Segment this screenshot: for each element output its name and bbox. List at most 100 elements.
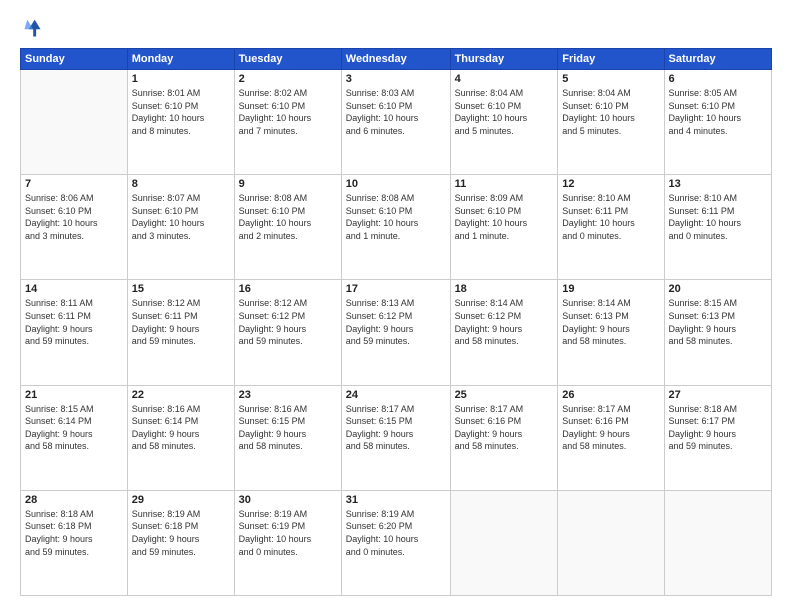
- day-cell: 10 Sunrise: 8:08 AMSunset: 6:10 PMDayligh…: [341, 175, 450, 280]
- page: SundayMondayTuesdayWednesdayThursdayFrid…: [0, 0, 792, 612]
- day-number: 21: [25, 389, 123, 401]
- week-row-0: 1 Sunrise: 8:01 AMSunset: 6:10 PMDaylight…: [21, 70, 772, 175]
- day-cell: 7Sunrise: 8:06 AMSunset: 6:10 PMDaylight…: [21, 175, 128, 280]
- day-number: 28: [25, 494, 123, 506]
- day-number: 6: [669, 73, 767, 85]
- day-info: Sunrise: 8:16 AMSunset: 6:14 PMDaylight:…: [132, 403, 230, 453]
- day-info: Sunrise: 8:06 AMSunset: 6:10 PMDaylight:…: [25, 192, 123, 242]
- day-info: Sunrise: 8:14 AMSunset: 6:13 PMDaylight:…: [562, 297, 659, 347]
- day-info: Sunrise: 8:15 AMSunset: 6:14 PMDaylight:…: [25, 403, 123, 453]
- day-info: Sunrise: 8:11 AMSunset: 6:11 PMDaylight:…: [25, 297, 123, 347]
- day-info: Sunrise: 8:17 AMSunset: 6:16 PMDaylight:…: [455, 403, 554, 453]
- day-number: 20: [669, 283, 767, 295]
- day-info: Sunrise: 8:03 AMSunset: 6:10 PMDaylight:…: [346, 87, 446, 137]
- day-number: 30: [239, 494, 337, 506]
- day-info: Sunrise: 8:16 AMSunset: 6:15 PMDaylight:…: [239, 403, 337, 453]
- day-cell: [558, 490, 664, 595]
- day-cell: 2 Sunrise: 8:02 AMSunset: 6:10 PMDaylight…: [234, 70, 341, 175]
- day-cell: 14 Sunrise: 8:11 AMSunset: 6:11 PMDayligh…: [21, 280, 128, 385]
- day-info: Sunrise: 8:08 AMSunset: 6:10 PMDaylight:…: [346, 192, 446, 242]
- calendar-table: SundayMondayTuesdayWednesdayThursdayFrid…: [20, 48, 772, 596]
- day-cell: 25Sunrise: 8:17 AMSunset: 6:16 PMDayligh…: [450, 385, 558, 490]
- day-info: Sunrise: 8:12 AMSunset: 6:11 PMDaylight:…: [132, 297, 230, 347]
- header-cell-monday: Monday: [127, 49, 234, 70]
- day-number: 1: [132, 73, 230, 85]
- day-number: 9: [239, 178, 337, 190]
- day-cell: 8 Sunrise: 8:07 AMSunset: 6:10 PMDaylight…: [127, 175, 234, 280]
- calendar-body: 1 Sunrise: 8:01 AMSunset: 6:10 PMDaylight…: [21, 70, 772, 596]
- day-cell: 6 Sunrise: 8:05 AMSunset: 6:10 PMDaylight…: [664, 70, 771, 175]
- day-info: Sunrise: 8:19 AMSunset: 6:18 PMDaylight:…: [132, 508, 230, 558]
- header-cell-saturday: Saturday: [664, 49, 771, 70]
- day-cell: 22 Sunrise: 8:16 AMSunset: 6:14 PMDayligh…: [127, 385, 234, 490]
- day-cell: 4 Sunrise: 8:04 AMSunset: 6:10 PMDaylight…: [450, 70, 558, 175]
- day-cell: 18 Sunrise: 8:14 AMSunset: 6:12 PMDayligh…: [450, 280, 558, 385]
- header-row: SundayMondayTuesdayWednesdayThursdayFrid…: [21, 49, 772, 70]
- day-number: 5: [562, 73, 659, 85]
- day-info: Sunrise: 8:10 AMSunset: 6:11 PMDaylight:…: [562, 192, 659, 242]
- day-info: Sunrise: 8:19 AMSunset: 6:19 PMDaylight:…: [239, 508, 337, 558]
- day-cell: 11 Sunrise: 8:09 AMSunset: 6:10 PMDayligh…: [450, 175, 558, 280]
- day-number: 26: [562, 389, 659, 401]
- header-cell-tuesday: Tuesday: [234, 49, 341, 70]
- day-info: Sunrise: 8:18 AMSunset: 6:18 PMDaylight:…: [25, 508, 123, 558]
- day-info: Sunrise: 8:04 AMSunset: 6:10 PMDaylight:…: [562, 87, 659, 137]
- day-number: 8: [132, 178, 230, 190]
- day-cell: [450, 490, 558, 595]
- day-number: 22: [132, 389, 230, 401]
- week-row-3: 21 Sunrise: 8:15 AMSunset: 6:14 PMDayligh…: [21, 385, 772, 490]
- day-cell: 19Sunrise: 8:14 AMSunset: 6:13 PMDayligh…: [558, 280, 664, 385]
- day-info: Sunrise: 8:12 AMSunset: 6:12 PMDaylight:…: [239, 297, 337, 347]
- day-number: 14: [25, 283, 123, 295]
- day-info: Sunrise: 8:17 AMSunset: 6:16 PMDaylight:…: [562, 403, 659, 453]
- day-cell: 15 Sunrise: 8:12 AMSunset: 6:11 PMDayligh…: [127, 280, 234, 385]
- day-cell: 30 Sunrise: 8:19 AMSunset: 6:19 PMDayligh…: [234, 490, 341, 595]
- day-info: Sunrise: 8:19 AMSunset: 6:20 PMDaylight:…: [346, 508, 446, 558]
- day-number: 18: [455, 283, 554, 295]
- day-number: 27: [669, 389, 767, 401]
- day-cell: 27Sunrise: 8:18 AMSunset: 6:17 PMDayligh…: [664, 385, 771, 490]
- day-cell: 29Sunrise: 8:19 AMSunset: 6:18 PMDayligh…: [127, 490, 234, 595]
- day-number: 23: [239, 389, 337, 401]
- day-cell: 23 Sunrise: 8:16 AMSunset: 6:15 PMDayligh…: [234, 385, 341, 490]
- calendar-header: SundayMondayTuesdayWednesdayThursdayFrid…: [21, 49, 772, 70]
- day-info: Sunrise: 8:01 AMSunset: 6:10 PMDaylight:…: [132, 87, 230, 137]
- header-cell-friday: Friday: [558, 49, 664, 70]
- day-info: Sunrise: 8:14 AMSunset: 6:12 PMDaylight:…: [455, 297, 554, 347]
- day-number: 16: [239, 283, 337, 295]
- day-info: Sunrise: 8:02 AMSunset: 6:10 PMDaylight:…: [239, 87, 337, 137]
- day-cell: 28 Sunrise: 8:18 AMSunset: 6:18 PMDayligh…: [21, 490, 128, 595]
- day-number: 24: [346, 389, 446, 401]
- day-number: 2: [239, 73, 337, 85]
- week-row-4: 28 Sunrise: 8:18 AMSunset: 6:18 PMDayligh…: [21, 490, 772, 595]
- day-cell: [664, 490, 771, 595]
- week-row-1: 7Sunrise: 8:06 AMSunset: 6:10 PMDaylight…: [21, 175, 772, 280]
- day-number: 3: [346, 73, 446, 85]
- day-cell: 24 Sunrise: 8:17 AMSunset: 6:15 PMDayligh…: [341, 385, 450, 490]
- day-number: 11: [455, 178, 554, 190]
- header-cell-wednesday: Wednesday: [341, 49, 450, 70]
- day-cell: 3 Sunrise: 8:03 AMSunset: 6:10 PMDaylight…: [341, 70, 450, 175]
- day-info: Sunrise: 8:05 AMSunset: 6:10 PMDaylight:…: [669, 87, 767, 137]
- day-info: Sunrise: 8:07 AMSunset: 6:10 PMDaylight:…: [132, 192, 230, 242]
- day-info: Sunrise: 8:17 AMSunset: 6:15 PMDaylight:…: [346, 403, 446, 453]
- day-cell: 9 Sunrise: 8:08 AMSunset: 6:10 PMDaylight…: [234, 175, 341, 280]
- day-cell: 26 Sunrise: 8:17 AMSunset: 6:16 PMDayligh…: [558, 385, 664, 490]
- day-number: 15: [132, 283, 230, 295]
- day-cell: 20 Sunrise: 8:15 AMSunset: 6:13 PMDayligh…: [664, 280, 771, 385]
- day-cell: 12Sunrise: 8:10 AMSunset: 6:11 PMDayligh…: [558, 175, 664, 280]
- day-info: Sunrise: 8:04 AMSunset: 6:10 PMDaylight:…: [455, 87, 554, 137]
- day-cell: 21 Sunrise: 8:15 AMSunset: 6:14 PMDayligh…: [21, 385, 128, 490]
- day-cell: 16 Sunrise: 8:12 AMSunset: 6:12 PMDayligh…: [234, 280, 341, 385]
- day-cell: 13Sunrise: 8:10 AMSunset: 6:11 PMDayligh…: [664, 175, 771, 280]
- day-info: Sunrise: 8:08 AMSunset: 6:10 PMDaylight:…: [239, 192, 337, 242]
- day-number: 17: [346, 283, 446, 295]
- day-info: Sunrise: 8:15 AMSunset: 6:13 PMDaylight:…: [669, 297, 767, 347]
- day-cell: 31Sunrise: 8:19 AMSunset: 6:20 PMDayligh…: [341, 490, 450, 595]
- day-info: Sunrise: 8:09 AMSunset: 6:10 PMDaylight:…: [455, 192, 554, 242]
- day-number: 4: [455, 73, 554, 85]
- header: [20, 16, 772, 38]
- day-number: 10: [346, 178, 446, 190]
- day-cell: [21, 70, 128, 175]
- day-cell: 1 Sunrise: 8:01 AMSunset: 6:10 PMDaylight…: [127, 70, 234, 175]
